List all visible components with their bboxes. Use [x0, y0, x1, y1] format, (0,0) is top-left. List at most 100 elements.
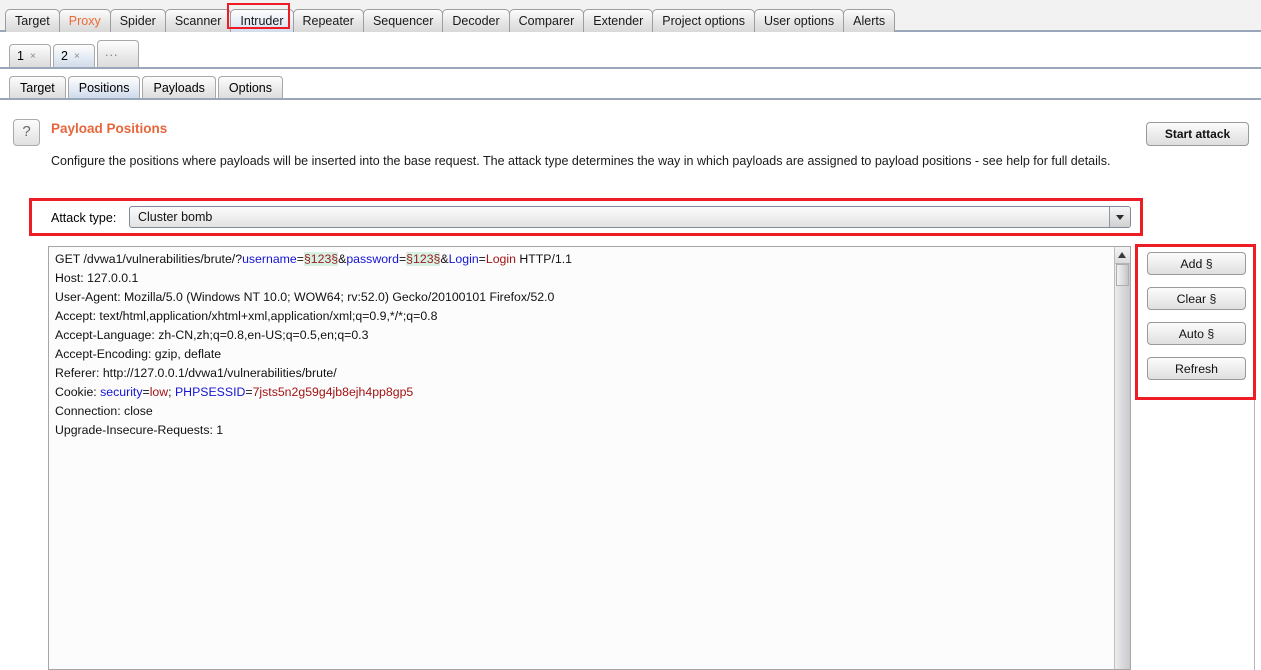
burp-suite-window: Target Proxy Spider Scanner Intruder Repeater… [0, 0, 1261, 670]
auto-button[interactable]: Auto § [1147, 322, 1246, 345]
sub-tab-options[interactable]: Options [217, 76, 284, 99]
main-tab-project-options[interactable]: Project options [652, 9, 755, 32]
request-token: Cookie: [55, 385, 101, 399]
page-title: Payload Positions [51, 121, 168, 136]
attack-tab-label: ... [105, 44, 119, 59]
request-token: Accept-Language: zh-CN,zh;q=0.8,en-US;q=… [55, 328, 369, 342]
request-token: HTTP/1.1 [515, 252, 572, 266]
main-tab-sequencer[interactable]: Sequencer [362, 9, 444, 32]
main-tab-scanner[interactable]: Scanner [164, 9, 232, 32]
request-text: GET /dvwa1/vulnerabilities/brute/?userna… [55, 250, 572, 440]
main-tab-list: Target Proxy Spider Scanner Intruder Repeater… [5, 6, 896, 32]
attack-tab-list: 1 × 2 ×... [9, 40, 141, 67]
main-tab-label: Project options [662, 14, 745, 28]
chevron-down-icon[interactable] [1109, 207, 1130, 227]
help-icon[interactable]: ? [13, 119, 40, 146]
scroll-up-arrow-icon[interactable] [1115, 247, 1130, 264]
main-tab-proxy[interactable]: Proxy [58, 9, 111, 32]
sub-tab-positions[interactable]: Positions [67, 76, 141, 99]
sub-tab-label: Options [228, 81, 273, 95]
main-tab-label: Target [15, 14, 50, 28]
main-tab-decoder[interactable]: Decoder [442, 9, 510, 32]
request-line: Cookie: security=low; PHPSESSID=7jsts5n2… [55, 383, 572, 402]
main-tab-label: User options [763, 14, 835, 28]
request-line: Accept-Language: zh-CN,zh;q=0.8,en-US;q=… [55, 326, 572, 345]
sub-tab-target[interactable]: Target [9, 76, 66, 99]
request-token: Accept: text/html,application/xhtml+xml,… [55, 309, 438, 323]
attack-tab-bar: 1 × 2 ×... [0, 32, 1261, 69]
intruder-sub-tab-list: Target Positions Payloads Options [9, 76, 285, 99]
request-line: Accept: text/html,application/xhtml+xml,… [55, 307, 572, 326]
main-tab-label: Proxy [68, 14, 101, 28]
request-token: low [149, 385, 169, 399]
main-tab-spider[interactable]: Spider [109, 9, 166, 32]
request-token: Host: 127.0.0.1 [55, 271, 139, 285]
sub-tab-payloads[interactable]: Payloads [142, 76, 216, 99]
main-tab-user-options[interactable]: User options [753, 9, 845, 32]
close-icon[interactable]: × [30, 46, 36, 67]
request-vertical-scrollbar[interactable] [1114, 246, 1131, 670]
request-token: Upgrade-Insecure-Requests: 1 [55, 423, 224, 437]
start-attack-button[interactable]: Start attack [1146, 122, 1249, 146]
request-token: GET /dvwa1/vulnerabilities/brute/? [55, 252, 243, 266]
request-token: & [440, 252, 449, 266]
main-tab-repeater[interactable]: Repeater [292, 9, 364, 32]
main-tab-label: Repeater [302, 14, 354, 28]
request-token: User-Agent: Mozilla/5.0 (Windows NT 10.0… [55, 290, 555, 304]
main-tab-target[interactable]: Target [5, 9, 60, 32]
request-line: Upgrade-Insecure-Requests: 1 [55, 421, 572, 440]
request-line: User-Agent: Mozilla/5.0 (Windows NT 10.0… [55, 288, 572, 307]
request-token: = [142, 385, 150, 399]
request-editor[interactable]: GET /dvwa1/vulnerabilities/brute/?userna… [48, 246, 1131, 670]
request-token: security [100, 385, 143, 399]
request-line: Referer: http://127.0.0.1/dvwa1/vulnerab… [55, 364, 572, 383]
request-token: Referer: http://127.0.0.1/dvwa1/vulnerab… [55, 366, 337, 380]
request-token: username [242, 252, 297, 266]
sub-tab-label: Target [20, 81, 55, 95]
main-tab-label: Sequencer [372, 14, 434, 28]
attack-tab-1[interactable]: 1 × [9, 44, 51, 67]
main-tab-label: Intruder [240, 14, 284, 28]
request-token: password [346, 252, 399, 266]
payload-marker-button-group: Add § Clear § Auto § Refresh [1147, 252, 1246, 380]
request-line: Host: 127.0.0.1 [55, 269, 572, 288]
attack-tab-2[interactable]: 2 × [53, 44, 95, 67]
attack-type-select[interactable]: Cluster bomb [129, 206, 1131, 228]
request-token: = [245, 385, 253, 399]
request-token: 7jsts5n2g59g4jb8ejh4pp8gp5 [252, 385, 414, 399]
add-button[interactable]: Add § [1147, 252, 1246, 275]
sub-tab-label: Payloads [153, 81, 205, 95]
main-tab-label: Comparer [518, 14, 575, 28]
main-tab-label: Alerts [853, 14, 886, 28]
main-tab-bar: Target Proxy Spider Scanner Intruder Repeater… [0, 0, 1261, 32]
main-tab-extender[interactable]: Extender [583, 9, 654, 32]
close-icon[interactable]: × [74, 46, 80, 67]
request-line: GET /dvwa1/vulnerabilities/brute/?userna… [55, 250, 572, 269]
request-token: Login [485, 252, 516, 266]
intruder-sub-tab-bar: Target Positions Payloads Options [0, 71, 1261, 100]
request-token: = [478, 252, 486, 266]
main-tab-intruder[interactable]: Intruder [230, 9, 294, 32]
payload-position-marker: §123§ [303, 252, 339, 266]
request-token: ; [168, 385, 175, 399]
request-token: PHPSESSID [174, 385, 246, 399]
attack-type-label: Attack type: [51, 211, 117, 225]
attack-tab-moremoremore[interactable]: ... [97, 40, 139, 67]
main-tab-label: Scanner [174, 14, 222, 28]
request-line: Accept-Encoding: gzip, deflate [55, 345, 572, 364]
panel-description: Configure the positions where payloads w… [51, 154, 1111, 168]
request-token: Connection: close [55, 404, 153, 418]
request-line: Connection: close [55, 402, 572, 421]
main-tab-label: Decoder [452, 14, 500, 28]
attack-tab-label: 2 [61, 48, 68, 63]
main-tab-comparer[interactable]: Comparer [508, 9, 585, 32]
main-tab-label: Spider [119, 14, 156, 28]
scrollbar-thumb[interactable] [1116, 264, 1129, 286]
attack-tab-label: 1 [17, 48, 24, 63]
request-token: Login [448, 252, 479, 266]
main-tab-alerts[interactable]: Alerts [843, 9, 896, 32]
main-tab-label: Extender [593, 14, 644, 28]
request-token: = [296, 252, 304, 266]
refresh-button[interactable]: Refresh [1147, 357, 1246, 380]
clear-button[interactable]: Clear § [1147, 287, 1246, 310]
